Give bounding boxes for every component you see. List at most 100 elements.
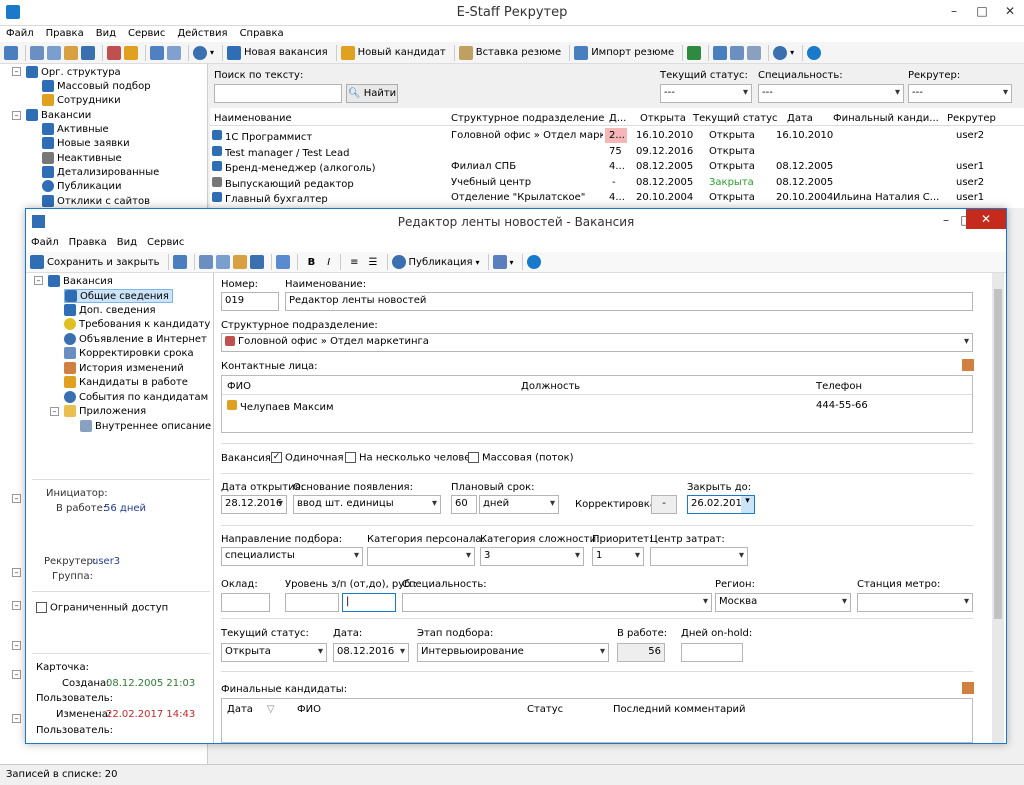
nav-general[interactable]: Общие сведения [64, 289, 173, 303]
salary-to-input[interactable]: | [342, 593, 396, 612]
building-icon[interactable] [167, 45, 181, 60]
spellcheck-icon[interactable] [275, 255, 290, 269]
nav-requirements[interactable]: Требования к кандидату [64, 318, 210, 330]
globe-icon[interactable] [773, 45, 788, 60]
save-close-button[interactable]: Сохранить и закрыть [30, 255, 160, 269]
new-vacancy-button[interactable]: Новая вакансия [227, 45, 328, 60]
contacts-col-position[interactable]: Должность [521, 381, 580, 392]
table-row[interactable]: 1С Программист [212, 130, 447, 143]
report-icon[interactable] [730, 45, 745, 60]
final-col-date[interactable]: Дата ▽ [227, 704, 275, 715]
close-date-input[interactable]: 26.02.2017 ▾ [687, 495, 755, 514]
contact-row[interactable]: Челупаев Максим [227, 400, 334, 413]
table-row[interactable]: Бренд-менеджер (алкоголь) [212, 161, 447, 174]
expand-icon[interactable]: – [12, 494, 21, 503]
nav-history[interactable]: История изменений [64, 362, 184, 374]
expand-icon[interactable]: – [12, 568, 21, 577]
nav-candidates[interactable]: Кандидаты в работе [64, 376, 188, 388]
copy-icon[interactable] [215, 255, 230, 269]
col-status[interactable]: Текущий статус [693, 113, 778, 124]
opt-multi[interactable]: На несколько человек [345, 452, 476, 464]
status-filter-select[interactable]: --- [660, 84, 752, 103]
sidebar-item-new[interactable]: Новые заявки [42, 137, 130, 149]
recruiter-filter-select[interactable]: --- [908, 84, 1012, 103]
publication-button[interactable]: Публикация ▾ [391, 255, 480, 269]
excel-icon[interactable] [687, 45, 702, 60]
clock-icon[interactable] [193, 45, 207, 60]
close-button[interactable]: ✕ [996, 0, 1024, 22]
dropdown-icon[interactable]: ▾ [741, 496, 754, 513]
col-days[interactable]: Д... [609, 113, 626, 124]
sidebar-item-responses[interactable]: Отклики с сайтов [42, 195, 150, 207]
new-candidate-button[interactable]: Новый кандидат [340, 45, 446, 60]
nav-attachments[interactable]: Приложения [64, 405, 146, 417]
expand-icon[interactable]: – [12, 601, 21, 610]
collapse-icon[interactable]: – [50, 407, 59, 416]
spec-filter-select[interactable]: --- [758, 84, 904, 103]
collapse-icon[interactable]: – [12, 111, 21, 120]
settings-icon[interactable] [747, 45, 762, 60]
table-row[interactable]: Test manager / Test Lead [212, 146, 447, 159]
dmenu-view[interactable]: Вид [112, 235, 142, 250]
cost-center-select[interactable] [650, 547, 748, 566]
help-icon[interactable] [526, 255, 541, 269]
table-row[interactable]: Выпускающий редактор [212, 177, 447, 190]
copy-icon[interactable] [47, 45, 61, 60]
sidebar-item-vacancies[interactable]: Вакансии [26, 109, 91, 121]
attach-icon[interactable] [492, 255, 507, 269]
staff-category-select[interactable] [367, 547, 475, 566]
maximize-button[interactable]: □ [968, 0, 996, 22]
car-icon[interactable] [4, 45, 18, 60]
paste-icon[interactable] [232, 255, 247, 269]
col-division[interactable]: Структурное подразделение [451, 113, 604, 124]
final-col-comment[interactable]: Последний комментарий [613, 704, 746, 715]
help-icon[interactable] [807, 45, 822, 60]
import-resume-button[interactable]: Импорт резюме [574, 45, 674, 60]
bullet-list-icon[interactable]: ☰ [369, 257, 378, 268]
salary-input[interactable] [221, 593, 270, 612]
open-date-input[interactable]: 28.12.2016 [221, 495, 287, 514]
contacts-col-phone[interactable]: Телефон [816, 381, 862, 392]
user-icon[interactable] [124, 45, 138, 60]
undo-icon[interactable] [249, 255, 264, 269]
dialog-close-button[interactable]: ✕ [966, 209, 1006, 229]
nav-internal[interactable]: Внутреннее описание [80, 420, 211, 432]
recruiter-value[interactable]: user3 [92, 556, 120, 567]
bold-icon[interactable]: B [308, 257, 316, 268]
dmenu-service[interactable]: Сервис [142, 235, 189, 250]
search-input[interactable] [214, 84, 342, 103]
direction-select[interactable]: специалисты [221, 547, 363, 566]
difficulty-select[interactable]: 3 [480, 547, 584, 566]
add-contact-icon[interactable] [962, 359, 974, 371]
speciality-select[interactable] [402, 593, 712, 612]
plan-unit-select[interactable]: дней [479, 495, 559, 514]
sidebar-item-mass[interactable]: Массовый подбор [42, 80, 151, 92]
col-name[interactable]: Наименование [214, 113, 292, 124]
nav-extra[interactable]: Доп. сведения [64, 304, 156, 316]
sidebar-item-org[interactable]: Орг. структура [26, 66, 121, 78]
car-icon[interactable] [172, 255, 187, 269]
sidebar-item-active[interactable]: Активные [42, 123, 109, 135]
onhold-input[interactable] [681, 643, 743, 662]
dmenu-edit[interactable]: Правка [64, 235, 112, 250]
final-col-name[interactable]: ФИО [297, 704, 321, 715]
paste-icon[interactable] [64, 45, 78, 60]
dmenu-file[interactable]: Файл [26, 235, 64, 250]
dialog-minimize-button[interactable]: – [932, 209, 960, 231]
name-input[interactable]: Редактор ленты новостей [285, 292, 973, 311]
sidebar-item-inactive[interactable]: Неактивные [42, 152, 122, 164]
nav-vacancy[interactable]: Вакансия [48, 275, 113, 287]
division-select[interactable]: Головной офис » Отдел маркетинга [221, 333, 973, 352]
priority-select[interactable]: 1 [592, 547, 644, 566]
add-final-icon[interactable] [962, 682, 974, 694]
opt-single[interactable]: ✓ Одиночная [271, 452, 344, 464]
chart-icon[interactable] [713, 45, 728, 60]
card-icon[interactable] [107, 45, 121, 60]
sidebar-item-publications[interactable]: Публикации [42, 180, 121, 192]
menu-actions[interactable]: Действия [171, 26, 233, 41]
collapse-icon[interactable]: – [12, 67, 21, 76]
minimize-button[interactable]: – [940, 0, 968, 22]
salary-from-input[interactable] [285, 593, 339, 612]
restricted-checkbox[interactable]: Ограниченный доступ [36, 602, 168, 614]
number-input[interactable]: 019 [221, 292, 279, 311]
